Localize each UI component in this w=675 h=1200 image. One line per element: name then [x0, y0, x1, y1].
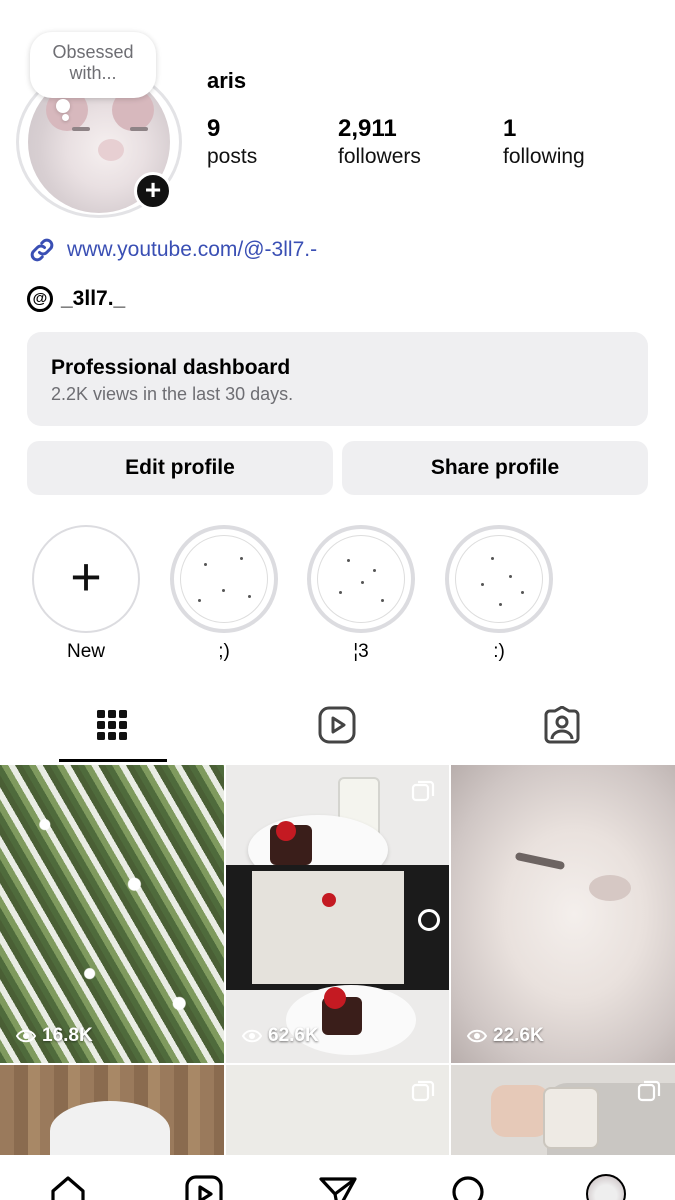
stat-value: 9	[207, 115, 221, 142]
eye-icon	[467, 1029, 487, 1043]
highlight-item[interactable]: ¦3	[307, 525, 415, 663]
view-count: 62.6K	[242, 1025, 319, 1047]
link-text[interactable]: www.youtube.com/@-3ll7.-	[67, 238, 317, 262]
highlight-cover	[170, 525, 278, 633]
highlight-new[interactable]: + New	[32, 525, 140, 663]
eye-icon	[16, 1029, 36, 1043]
stat-label: following	[503, 145, 585, 168]
highlight-label: New	[66, 641, 105, 662]
threads-handle: _3ll7._	[61, 287, 126, 310]
active-tab-indicator	[59, 759, 167, 762]
stat-value: 1	[503, 115, 517, 142]
bottom-navigation	[0, 1156, 675, 1200]
highlight-label: ;)	[218, 641, 230, 662]
post-tile[interactable]	[451, 1065, 675, 1155]
post-tile[interactable]	[0, 1065, 224, 1155]
new-highlight-circle: +	[32, 525, 140, 633]
stat-posts[interactable]: 9 posts	[207, 114, 257, 170]
nav-profile[interactable]	[586, 1174, 626, 1200]
threads-badge[interactable]: @ _3ll7._	[27, 284, 125, 314]
stat-followers[interactable]: 2,911 followers	[338, 114, 421, 170]
link-icon	[30, 238, 54, 262]
home-icon	[51, 1176, 85, 1200]
view-count-text: 22.6K	[493, 1025, 544, 1046]
search-icon	[452, 1176, 484, 1200]
reels-icon	[185, 1175, 223, 1200]
tab-reels[interactable]	[317, 700, 357, 750]
view-count: 22.6K	[467, 1025, 544, 1047]
post-tile[interactable]: 22.6K	[451, 765, 675, 1063]
note-text: Obsessed with...	[52, 42, 134, 83]
note-bubble-dot	[62, 114, 69, 121]
post-tile[interactable]	[226, 1065, 449, 1155]
nav-home[interactable]	[48, 1174, 88, 1200]
highlight-item[interactable]: :)	[445, 525, 553, 663]
highlight-cover	[307, 525, 415, 633]
nav-search[interactable]	[450, 1174, 490, 1200]
carousel-icon	[411, 780, 435, 802]
stat-value: 2,911	[338, 115, 397, 142]
highlight-cover	[445, 525, 553, 633]
highlight-label: ¦3	[353, 641, 369, 662]
profile-link[interactable]: www.youtube.com/@-3ll7.-	[27, 234, 317, 266]
tagged-icon	[544, 706, 580, 744]
nav-direct[interactable]	[318, 1174, 358, 1200]
stat-following[interactable]: 1 following	[503, 114, 585, 170]
dashboard-title: Professional dashboard	[51, 356, 291, 379]
highlight-label: :)	[493, 641, 505, 662]
direct-icon	[319, 1177, 357, 1200]
note-bubble-dot	[56, 99, 70, 113]
stat-label: posts	[207, 145, 258, 168]
nav-reels[interactable]	[184, 1174, 224, 1200]
view-count-text: 16.8K	[42, 1025, 93, 1046]
tab-posts-grid[interactable]	[92, 700, 132, 750]
eye-icon	[242, 1029, 262, 1043]
add-story-icon[interactable]: +	[134, 172, 172, 210]
profile-note[interactable]: Obsessed with...	[30, 32, 156, 98]
carousel-icon	[411, 1080, 435, 1102]
carousel-icon	[637, 1080, 661, 1102]
post-tile[interactable]: 62.6K	[226, 765, 449, 1063]
profile-avatar-small	[586, 1174, 626, 1200]
share-profile-button[interactable]: Share profile	[342, 441, 648, 495]
username: aris	[207, 68, 247, 93]
tab-tagged[interactable]	[542, 700, 582, 750]
professional-dashboard[interactable]: Professional dashboard 2.2K views in the…	[27, 332, 648, 426]
highlight-item[interactable]: ;)	[170, 525, 278, 663]
stat-label: followers	[338, 145, 421, 168]
view-count: 16.8K	[16, 1025, 93, 1047]
reels-icon	[318, 706, 356, 744]
dashboard-subtitle: 2.2K views in the last 30 days.	[51, 384, 294, 404]
plus-icon: +	[70, 547, 102, 607]
edit-profile-button[interactable]: Edit profile	[27, 441, 333, 495]
view-count-text: 62.6K	[268, 1025, 319, 1046]
post-tile[interactable]: 16.8K	[0, 765, 224, 1063]
threads-icon: @	[27, 286, 53, 312]
grid-icon	[97, 710, 127, 740]
